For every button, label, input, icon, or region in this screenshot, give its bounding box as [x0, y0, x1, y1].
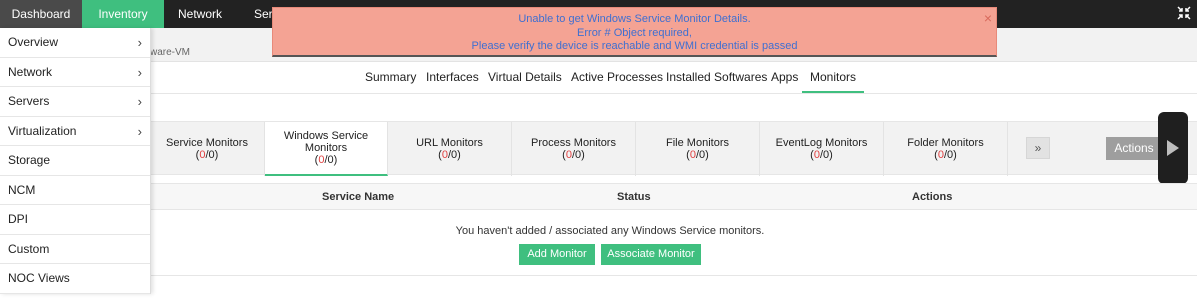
table-header: Service Name Status Actions: [150, 183, 1197, 210]
close-icon[interactable]: ×: [984, 11, 992, 25]
menu-item-virtualization[interactable]: Virtualization ›: [0, 117, 150, 146]
device-name: ware-VM: [150, 47, 191, 58]
monitor-type-label: Folder Monitors: [907, 137, 984, 149]
monitor-type-label: Service Monitors: [166, 137, 248, 149]
monitor-type-label: Process Monitors: [531, 137, 616, 149]
tab-dashboard[interactable]: Dashboard: [0, 0, 82, 28]
menu-item-overview[interactable]: Overview ›: [0, 28, 150, 58]
chevron-right-icon: ›: [137, 94, 142, 109]
tab-monitors[interactable]: Monitors: [802, 70, 865, 93]
inventory-menu: Overview › Network › Servers › Virtualizati…: [0, 28, 151, 294]
monitor-type-windows-service[interactable]: Windows Service Monitors (0/0): [265, 122, 388, 176]
tab-network[interactable]: Network: [164, 0, 236, 28]
monitor-type-service[interactable]: Service Monitors (0/0): [150, 122, 265, 176]
monitor-type-eventlog[interactable]: EventLog Monitors (0/0): [760, 122, 884, 176]
tab-virtual-details[interactable]: Virtual Details: [488, 70, 562, 84]
menu-item-ncm[interactable]: NCM: [0, 176, 150, 205]
monitor-count: (0/0): [314, 154, 338, 166]
divider: [150, 275, 1197, 276]
monitor-type-label: EventLog Monitors: [775, 137, 868, 149]
tab-active-processes[interactable]: Active Processes: [571, 70, 663, 84]
monitor-type-process[interactable]: Process Monitors (0/0): [512, 122, 636, 176]
error-code: Error # Object required,: [577, 26, 692, 39]
monitor-type-label: URL Monitors: [416, 137, 483, 149]
error-title: Unable to get Windows Service Monitor De…: [518, 13, 751, 25]
empty-state-message: You haven't added / associated any Windo…: [455, 225, 765, 237]
monitor-count: (0/0): [810, 149, 833, 161]
device-tabs: Summary Interfaces Virtual Details Activ…: [150, 62, 1197, 94]
tab-inventory[interactable]: Inventory: [82, 0, 164, 28]
collapse-arrows-icon[interactable]: [1177, 6, 1191, 20]
monitor-type-label: File Monitors: [666, 137, 729, 149]
column-status[interactable]: Status: [617, 191, 651, 203]
tab-summary[interactable]: Summary: [365, 70, 416, 84]
monitor-type-file[interactable]: File Monitors (0/0): [636, 122, 760, 176]
error-hint: Please verify the device is reachable an…: [471, 40, 798, 52]
menu-item-network[interactable]: Network ›: [0, 58, 150, 87]
play-icon: [1167, 140, 1179, 156]
menu-item-custom[interactable]: Custom: [0, 235, 150, 264]
error-banner: Unable to get Windows Service Monitor De…: [272, 7, 997, 57]
chevron-right-icon: ›: [137, 35, 142, 50]
monitor-type-url[interactable]: URL Monitors (0/0): [388, 122, 512, 176]
menu-item-storage[interactable]: Storage: [0, 146, 150, 176]
monitor-count: (0/0): [562, 149, 585, 161]
monitor-count: (0/0): [438, 149, 461, 161]
menu-item-servers[interactable]: Servers ›: [0, 87, 150, 117]
monitor-type-strip: Service Monitors (0/0) Windows Service M…: [150, 112, 1197, 184]
associate-monitor-button[interactable]: Associate Monitor: [601, 244, 701, 265]
column-service-name[interactable]: Service Name: [322, 191, 394, 203]
more-monitor-types-button[interactable]: »: [1026, 137, 1050, 159]
actions-button[interactable]: Actions: [1106, 137, 1162, 160]
tab-apps[interactable]: Apps: [771, 70, 798, 84]
monitor-type-folder[interactable]: Folder Monitors (0/0): [884, 122, 1008, 176]
chevron-right-icon: ›: [137, 123, 142, 139]
tab-installed-softwares[interactable]: Installed Softwares: [666, 70, 767, 84]
monitor-count: (0/0): [934, 149, 957, 161]
play-button[interactable]: [1158, 112, 1188, 184]
monitor-count: (0/0): [195, 149, 219, 161]
column-actions: Actions: [912, 191, 953, 203]
menu-item-dpi[interactable]: DPI: [0, 205, 150, 235]
monitor-count: (0/0): [686, 149, 709, 161]
tab-interfaces[interactable]: Interfaces: [426, 70, 479, 84]
add-monitor-button[interactable]: Add Monitor: [519, 244, 595, 265]
chevron-right-icon: ›: [137, 64, 142, 80]
menu-item-noc-views[interactable]: NOC Views: [0, 264, 150, 294]
monitor-type-label: Windows Service Monitors: [283, 130, 369, 154]
